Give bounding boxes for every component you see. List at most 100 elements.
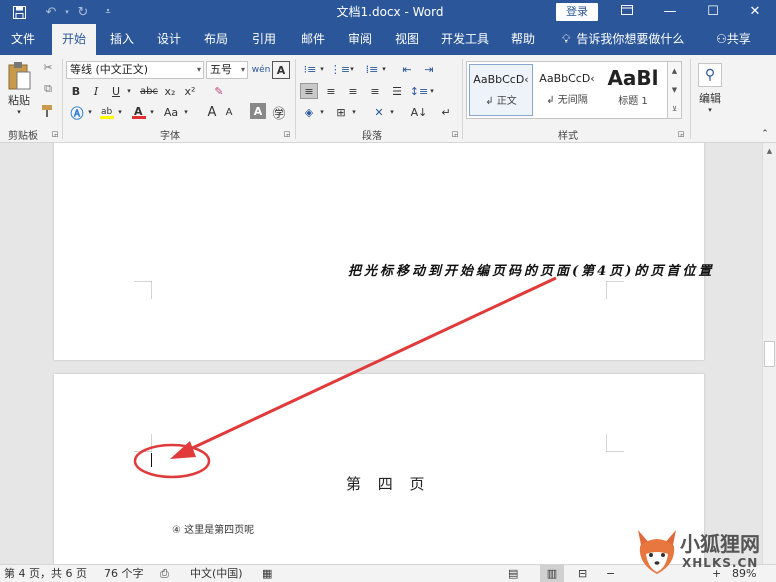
proofing-icon[interactable]: ⎙ xyxy=(160,565,169,582)
numbering-dropdown-icon[interactable]: ▾ xyxy=(348,61,356,77)
redo-icon[interactable]: ↻ xyxy=(72,0,94,24)
tab-layout[interactable]: 布局 xyxy=(196,24,236,55)
tab-references[interactable]: 引用 xyxy=(242,24,286,55)
styles-launcher-icon[interactable]: ◲ xyxy=(676,129,686,139)
numbering-icon[interactable]: ⋮≡ xyxy=(330,61,350,77)
more-styles-icon[interactable]: ⊻ xyxy=(668,100,681,118)
character-border-icon[interactable]: A xyxy=(272,61,290,79)
align-center-icon[interactable]: ≡ xyxy=(322,83,340,99)
shading-dropdown-icon[interactable]: ▾ xyxy=(318,103,326,121)
italic-button[interactable]: I xyxy=(88,83,104,99)
customize-quick-access-icon[interactable]: ⩡ xyxy=(100,0,116,24)
close-icon[interactable]: ✕ xyxy=(740,0,770,24)
web-layout-icon[interactable]: ⊟ xyxy=(578,565,587,582)
tab-developer[interactable]: 开发工具 xyxy=(436,24,494,55)
paragraph-launcher-icon[interactable]: ◲ xyxy=(450,129,460,139)
vertical-scrollbar[interactable]: ▲ xyxy=(762,143,776,564)
undo-icon[interactable]: ↶ xyxy=(40,0,62,24)
paste-button[interactable]: 粘贴 xyxy=(4,93,34,107)
clear-formatting-icon[interactable]: ✎ xyxy=(210,83,228,99)
language-status[interactable]: 中文(中国) xyxy=(190,565,243,582)
print-layout-icon[interactable]: ▥ xyxy=(540,565,564,582)
font-color-icon[interactable]: A xyxy=(130,103,148,121)
distributed-icon[interactable]: ☰ xyxy=(388,83,406,99)
multilevel-dropdown-icon[interactable]: ▾ xyxy=(380,61,388,77)
scroll-up-icon[interactable]: ▲ xyxy=(763,145,776,157)
shading-icon[interactable]: ◈ xyxy=(300,103,318,121)
share-button[interactable]: ⚇共享 xyxy=(716,24,751,55)
underline-button[interactable]: U xyxy=(108,83,124,99)
shrink-font-button[interactable]: A xyxy=(222,103,236,121)
undo-dropdown-icon[interactable]: ▾ xyxy=(62,0,72,24)
multilevel-list-icon[interactable]: ⁞≡ xyxy=(362,61,382,77)
ribbon-display-options-icon[interactable] xyxy=(612,0,642,24)
character-shading-icon[interactable]: A xyxy=(250,103,266,119)
style-item-heading1[interactable]: AaBl 标题 1 xyxy=(601,64,665,116)
search-icon[interactable]: ⚲ xyxy=(698,63,722,87)
borders-icon[interactable]: ⊞ xyxy=(332,103,350,121)
chinese-layout-dropdown-icon[interactable]: ▾ xyxy=(388,103,396,121)
text-effects-dropdown-icon[interactable]: ▾ xyxy=(86,103,94,121)
tab-file[interactable]: 文件 xyxy=(4,24,42,55)
line-spacing-icon[interactable]: ↕≡ xyxy=(410,83,428,99)
decrease-indent-icon[interactable]: ⇤ xyxy=(398,61,416,77)
text-effects-icon[interactable]: Ⓐ xyxy=(68,103,86,122)
strikethrough-button[interactable]: abc xyxy=(138,83,160,99)
minimize-icon[interactable]: — xyxy=(655,0,685,24)
clipboard-launcher-icon[interactable]: ◲ xyxy=(50,129,60,139)
maximize-icon[interactable]: ☐ xyxy=(698,0,728,24)
read-mode-icon[interactable]: ▤ xyxy=(508,565,518,582)
style-item-normal[interactable]: AaBbCcD‹ ↲ 正文 xyxy=(469,64,533,116)
change-case-button[interactable]: Aa xyxy=(160,103,182,121)
copy-icon[interactable]: ⧉ xyxy=(40,81,56,97)
tab-design[interactable]: 设计 xyxy=(148,24,190,55)
bold-button[interactable]: B xyxy=(68,83,84,99)
chevron-up-icon[interactable]: ▲ xyxy=(668,62,681,81)
underline-dropdown-icon[interactable]: ▾ xyxy=(124,83,134,99)
change-case-dropdown-icon[interactable]: ▾ xyxy=(182,103,190,121)
enclose-characters-icon[interactable]: ㊫ xyxy=(270,103,288,122)
word-count[interactable]: 76 个字 xyxy=(104,565,144,582)
font-launcher-icon[interactable]: ◲ xyxy=(282,129,292,139)
paste-icon[interactable] xyxy=(6,59,32,93)
chinese-layout-icon[interactable]: ✕ xyxy=(370,103,388,121)
paste-dropdown-icon[interactable]: ▾ xyxy=(14,107,24,117)
editing-button[interactable]: 编辑 xyxy=(692,91,728,105)
tab-help[interactable]: 帮助 xyxy=(502,24,544,55)
save-icon[interactable] xyxy=(8,0,30,24)
cut-icon[interactable]: ✂ xyxy=(40,59,56,75)
tab-view[interactable]: 视图 xyxy=(386,24,428,55)
bullets-icon[interactable]: ⁝≡ xyxy=(300,61,320,77)
highlight-icon[interactable]: ab xyxy=(98,103,116,121)
tab-home[interactable]: 开始 xyxy=(52,24,96,55)
bullets-dropdown-icon[interactable]: ▾ xyxy=(318,61,326,77)
borders-dropdown-icon[interactable]: ▾ xyxy=(350,103,358,121)
font-size-combo[interactable]: 五号 ▾ xyxy=(206,61,248,79)
login-button[interactable]: 登录 xyxy=(556,3,598,21)
grow-font-button[interactable]: A xyxy=(204,103,220,121)
scroll-thumb[interactable] xyxy=(764,341,775,367)
justify-icon[interactable]: ≡ xyxy=(366,83,384,99)
style-item-no-spacing[interactable]: AaBbCcD‹ ↲ 无间隔 xyxy=(535,64,599,116)
chevron-down-icon[interactable]: ▼ xyxy=(668,81,681,100)
tab-mailings[interactable]: 邮件 xyxy=(292,24,334,55)
show-marks-icon[interactable]: ↵ xyxy=(438,103,454,121)
macro-record-icon[interactable]: ▦ xyxy=(262,565,272,582)
phonetic-guide-icon[interactable]: wén xyxy=(252,61,271,79)
tab-insert[interactable]: 插入 xyxy=(102,24,142,55)
highlight-dropdown-icon[interactable]: ▾ xyxy=(116,103,124,121)
tab-review[interactable]: 审阅 xyxy=(340,24,380,55)
zoom-out-icon[interactable]: − xyxy=(606,565,615,582)
superscript-button[interactable]: x² xyxy=(182,83,198,99)
tell-me-box[interactable]: 💡︎ 告诉我你想要做什么 xyxy=(562,24,684,55)
styles-scroll[interactable]: ▲ ▼ ⊻ xyxy=(668,61,682,119)
format-painter-icon[interactable] xyxy=(40,103,56,119)
align-left-icon[interactable]: ≡ xyxy=(300,83,318,99)
sort-icon[interactable]: A↓ xyxy=(410,103,428,121)
editing-dropdown-icon[interactable]: ▾ xyxy=(705,105,715,115)
page-count[interactable]: 第 4 页，共 6 页 xyxy=(4,565,87,582)
increase-indent-icon[interactable]: ⇥ xyxy=(420,61,438,77)
font-name-combo[interactable]: 等线 (中文正文) ▾ xyxy=(66,61,204,79)
document-canvas[interactable]: 把光标移动到开始编页码的页面(第4页)的页首位置 第 四 页 ④ 这里是第四页呢 xyxy=(0,143,762,564)
line-spacing-dropdown-icon[interactable]: ▾ xyxy=(428,83,436,99)
